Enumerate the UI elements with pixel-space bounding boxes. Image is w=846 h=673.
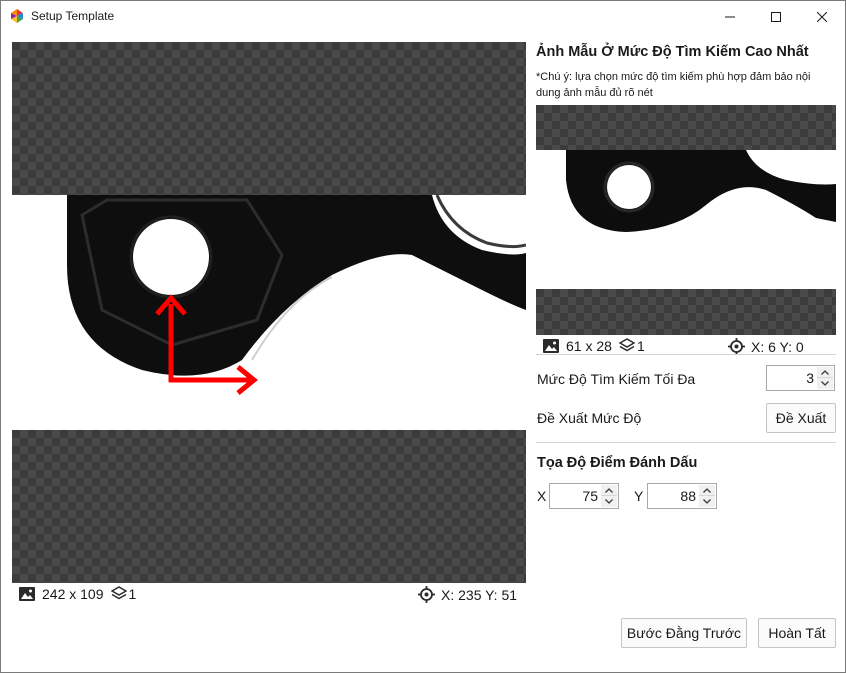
divider: [536, 442, 836, 443]
close-button[interactable]: [799, 1, 845, 32]
template-padding-top: [536, 105, 836, 150]
maximize-button[interactable]: [753, 1, 799, 32]
minimize-icon: [725, 16, 735, 17]
chevron-down-icon: [703, 499, 711, 504]
x-axis-arrow: [169, 365, 258, 395]
decrement-button[interactable]: [817, 378, 833, 389]
template-padding-bottom: [536, 289, 836, 335]
back-button[interactable]: Bước Đằng Trước: [621, 618, 747, 648]
main-image-info: 242 x 109 1: [19, 586, 136, 602]
template-layer-count: 1: [636, 338, 645, 354]
chevron-down-icon: [605, 499, 613, 504]
image-icon: [543, 339, 559, 353]
chevron-up-icon: [605, 487, 613, 493]
chevron-down-icon: [821, 381, 829, 386]
decrement-button[interactable]: [601, 496, 617, 507]
search-level-value[interactable]: 3: [806, 370, 814, 386]
search-level-label: Mức Độ Tìm Kiếm Tối Đa: [537, 371, 696, 387]
y-label: Y: [634, 488, 644, 504]
template-note: *Chú ý: lựa chọn mức độ tìm kiếm phù hợp…: [536, 71, 811, 99]
setup-template-window: Setup Template 242 x 109 1 X: 235 Y: 51 …: [0, 0, 846, 673]
image-size: 242 x 109: [42, 586, 104, 602]
crosshair-icon: [728, 338, 745, 355]
template-preview: [536, 105, 836, 335]
x-coordinate-value[interactable]: 75: [582, 488, 598, 504]
transparent-padding-bottom: [12, 430, 526, 583]
marker-coords-title: Tọa Độ Điểm Đánh Dấu: [537, 455, 698, 471]
template-coords-readout: X: 6 Y: 0: [751, 338, 804, 355]
main-image-preview[interactable]: [12, 42, 526, 583]
divider: [536, 354, 836, 355]
search-level-stepper[interactable]: 3: [766, 365, 835, 391]
maximize-icon: [771, 11, 781, 22]
app-logo-icon: [11, 9, 23, 23]
y-axis-arrow: [155, 294, 187, 382]
layers-icon: [618, 338, 635, 352]
increment-button[interactable]: [699, 485, 715, 496]
suggest-level-label: Đề Xuất Mức Độ: [537, 410, 642, 426]
increment-button[interactable]: [601, 485, 617, 496]
crosshair-icon: [418, 586, 435, 603]
finish-button[interactable]: Hoàn Tất: [758, 618, 836, 648]
minimize-button[interactable]: [707, 1, 753, 32]
x-coordinate-stepper[interactable]: 75: [549, 483, 619, 509]
decrement-button[interactable]: [699, 496, 715, 507]
suggest-button[interactable]: Đề Xuất: [766, 403, 836, 433]
increment-button[interactable]: [817, 367, 833, 378]
template-panel-title: Ảnh Mẫu Ở Mức Độ Tìm Kiếm Cao Nhất: [536, 44, 809, 60]
chevron-up-icon: [703, 487, 711, 493]
title-bar: Setup Template: [1, 1, 845, 32]
template-info: 61 x 28 1: [543, 338, 645, 354]
main-image-coords: X: 235 Y: 51: [418, 586, 517, 603]
window-title: Setup Template: [31, 9, 115, 23]
y-coordinate-value[interactable]: 88: [680, 488, 696, 504]
close-icon: [817, 11, 827, 22]
layers-icon: [110, 586, 127, 600]
template-size: 61 x 28: [566, 338, 612, 354]
x-label: X: [537, 488, 547, 504]
coords-readout: X: 235 Y: 51: [441, 586, 518, 603]
layer-count: 1: [128, 586, 137, 602]
template-coords: X: 6 Y: 0: [728, 338, 804, 355]
image-icon: [19, 587, 35, 601]
template-image: [536, 150, 836, 289]
chevron-up-icon: [821, 369, 829, 375]
y-coordinate-stepper[interactable]: 88: [647, 483, 717, 509]
